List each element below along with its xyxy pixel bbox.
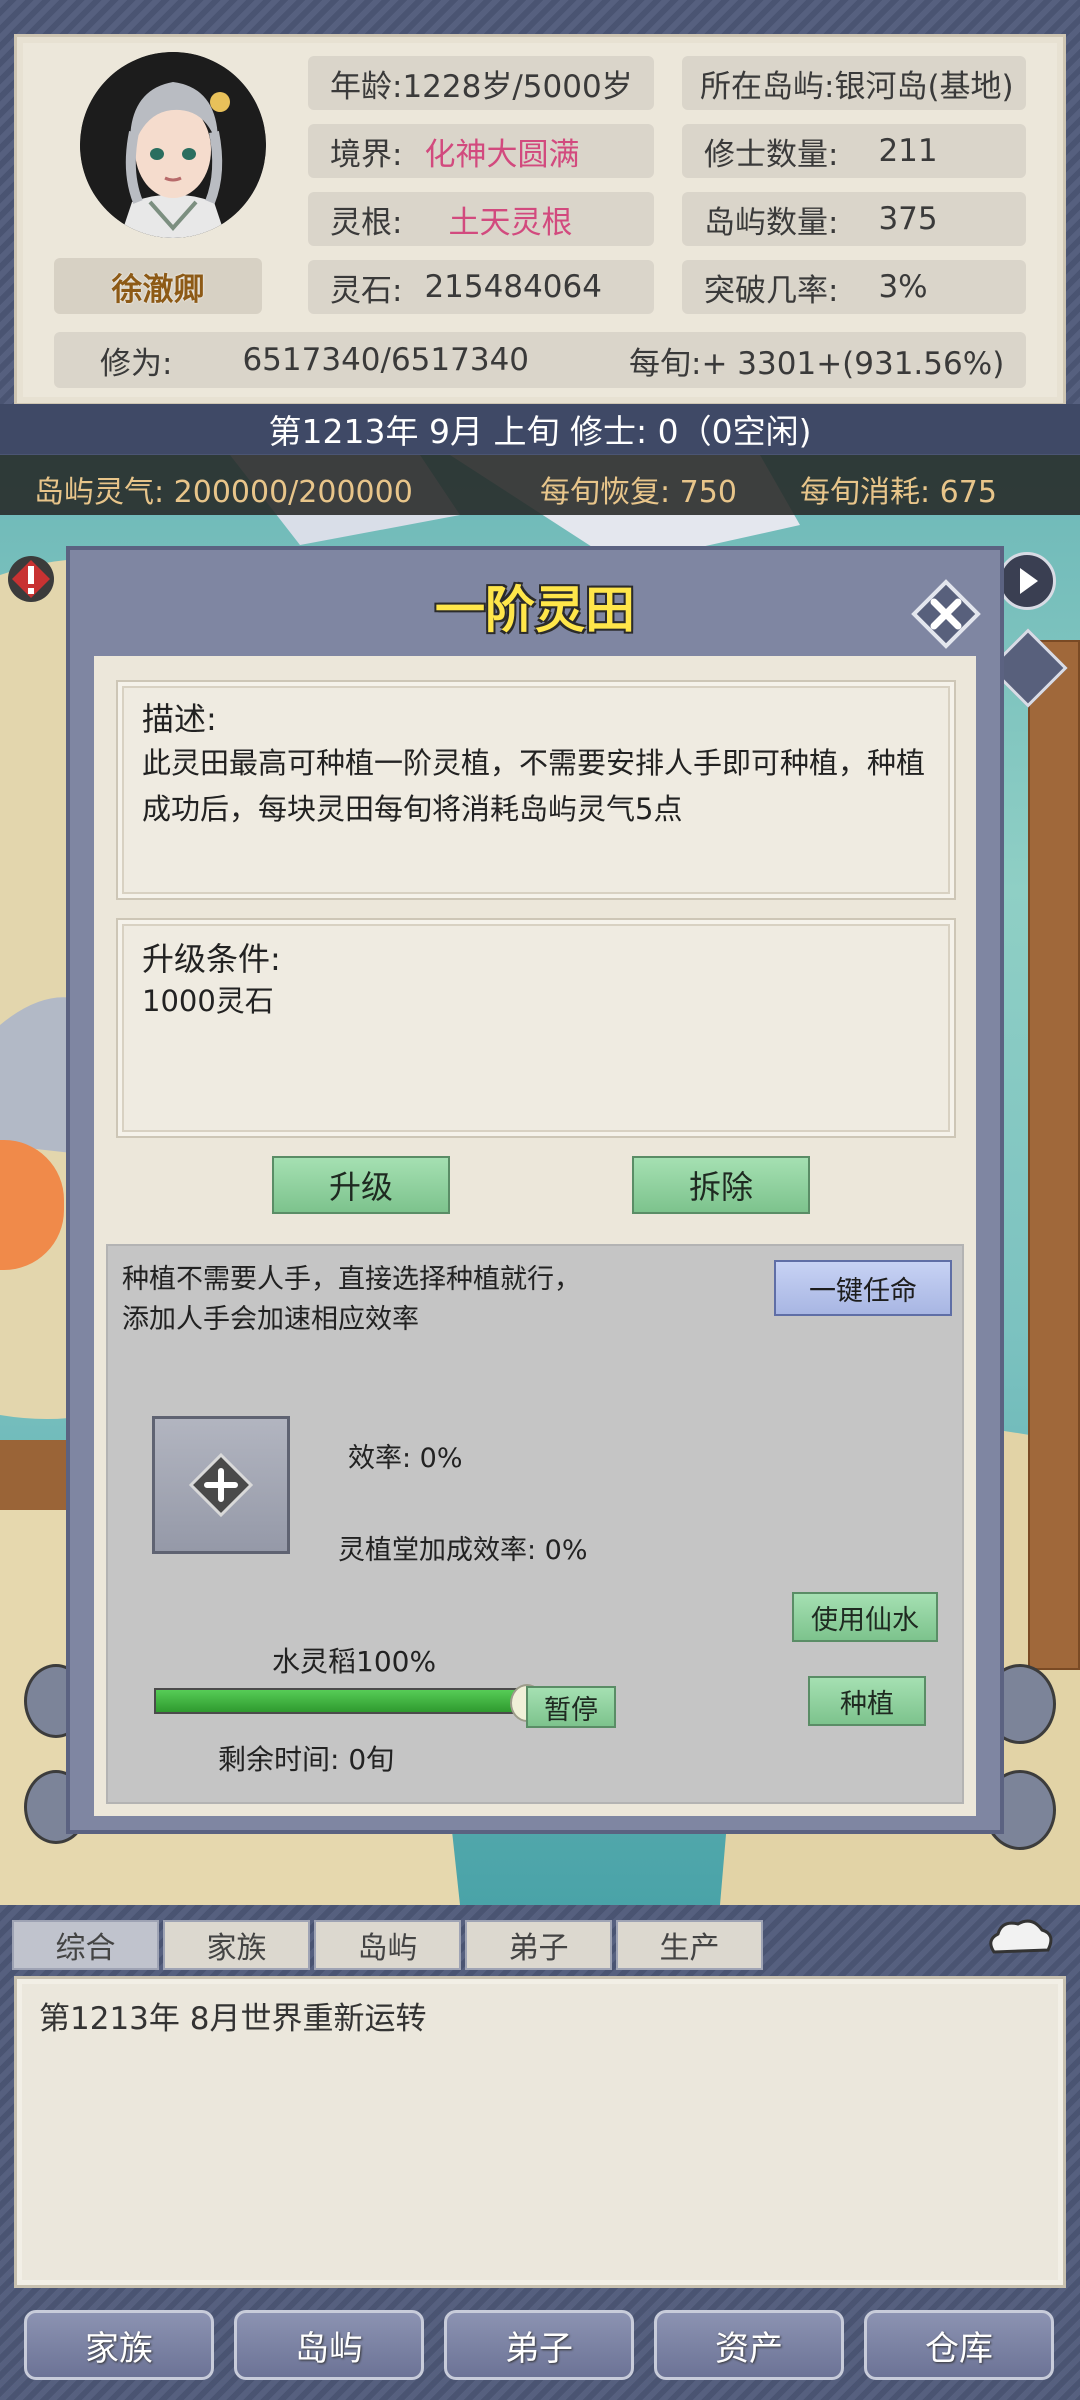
planting-hint-line2: 添加人手会加速相应效率 [122,1304,419,1335]
spirit-stone-label: 灵石: [330,272,403,309]
log-panel: 第1213年 8月世界重新运转 [14,1976,1066,2288]
tab-production[interactable]: 生产 [616,1920,763,1970]
nav-island[interactable]: 岛屿 [234,2310,424,2380]
planting-hint: 种植不需要人手，直接选择种植就行， 添加人手会加速相应效率 [122,1260,581,1340]
cultivation-field: 修为: 6517340/6517340 每旬:+ 3301+(931.56%) [54,332,1026,388]
log-entry: 第1213年 8月世界重新运转 [39,2001,427,2037]
demolish-button[interactable]: 拆除 [632,1156,810,1214]
description-box: 描述: 此灵田最高可种植一阶灵植，不需要安排人手即可种植，种植成功后，每块灵田每… [116,680,956,900]
pause-button[interactable]: 暂停 [526,1686,616,1728]
upgrade-condition-box: 升级条件: 1000灵石 [116,918,956,1138]
one-click-assign-button[interactable]: 一键任命 [774,1260,952,1316]
upgrade-button[interactable]: 升级 [272,1156,450,1214]
upgrade-condition-title: 升级条件: [142,940,281,978]
close-icon [911,579,981,649]
cultivator-count-value: 211 [878,133,938,169]
modal-close-button[interactable] [910,578,982,650]
tab-general[interactable]: 综合 [12,1920,159,1970]
use-immortal-water-button[interactable]: 使用仙水 [792,1592,938,1642]
crop-progress-bar [154,1688,524,1714]
breakthrough-field: 突破几率: 3% [682,260,1026,314]
crop-progress-fill [156,1690,522,1712]
bottom-nav: 家族 岛屿 弟子 资产 仓库 [0,2296,1080,2400]
realm-field: 境界: 化神大圆满 [308,124,654,178]
spirit-root-field: 灵根: 土天灵根 [308,192,654,246]
current-island-field: 所在岛屿:银河岛(基地) [682,56,1026,110]
alert-icon[interactable] [8,556,54,602]
tab-disciple[interactable]: 弟子 [465,1920,612,1970]
nav-assets[interactable]: 资产 [654,2310,844,2380]
nav-clan[interactable]: 家族 [24,2310,214,2380]
avatar-portrait-icon [80,52,266,238]
character-name[interactable]: 徐澈卿 [54,258,262,314]
cultivator-count-field: 修士数量: 211 [682,124,1026,178]
island-stats-bar: 岛屿灵气: 200000/200000 每旬恢复: 750 每旬消耗: 675 [0,455,1080,515]
description-text: 此灵田最高可种植一阶灵植，不需要安排人手即可种植，种植成功后，每块灵田每旬将消耗… [142,746,926,826]
breakthrough-value: 3% [878,269,928,305]
island-count-value: 375 [878,201,938,237]
spirit-root-label: 灵根: [330,204,403,241]
modal-title: 一阶灵田 [435,581,635,639]
character-avatar[interactable] [80,52,266,238]
nav-warehouse[interactable]: 仓库 [864,2310,1054,2380]
realm-label: 境界: [330,136,403,173]
cultivation-value: 6517340/6517340 [242,342,530,378]
play-icon[interactable] [998,552,1056,610]
nav-disciple[interactable]: 弟子 [444,2310,634,2380]
plant-button[interactable]: 种植 [808,1676,926,1726]
breakthrough-label: 突破几率: [704,272,839,309]
remaining-time: 剩余时间: 0旬 [218,1743,395,1776]
log-tabs: 综合 家族 岛屿 弟子 生产 [12,1920,763,1972]
cultivator-count-label: 修士数量: [704,136,839,173]
farmland-column[interactable] [1028,640,1080,1670]
date-status-line: 第1213年 9月 上旬 修士: 0（0空闲) [0,404,1080,454]
spirit-root-value: 土天灵根 [448,204,573,241]
realm-value: 化神大圆满 [424,136,580,173]
island-count-label: 岛屿数量: [704,204,839,241]
planting-panel: 种植不需要人手，直接选择种植就行， 添加人手会加速相应效率 一键任命 效率: 0… [106,1244,964,1804]
add-worker-slot[interactable] [152,1416,290,1554]
per-turn-gain: 每旬:+ 3301+(931.56%) [629,345,1005,382]
island-qi: 岛屿灵气: 200000/200000 [34,475,413,510]
planting-hint-line1: 种植不需要人手，直接选择种植就行， [122,1264,581,1295]
modal-body: 描述: 此灵田最高可种植一阶灵植，不需要安排人手即可种植，种植成功后，每块灵田每… [94,656,976,1816]
efficiency-text: 效率: 0% [348,1443,463,1474]
qi-recover-per-turn: 每旬恢复: 750 [540,475,737,510]
tab-clan[interactable]: 家族 [163,1920,310,1970]
tab-island[interactable]: 岛屿 [314,1920,461,1970]
cloud-shape-icon [989,1919,1053,1954]
description-title: 描述: [142,700,217,738]
spirit-stone-field: 灵石: 215484064 [308,260,654,314]
cloud-icon[interactable] [984,1916,1056,1962]
crop-progress-label: 水灵稻100% [272,1645,437,1678]
farmland-modal: 一阶灵田 描述: 此灵田最高可种植一阶灵植，不需要安排人手即可种植，种植成功后，… [70,550,1000,1830]
play-triangle-icon [1020,568,1038,594]
spirit-stone-value: 215484064 [424,269,602,305]
plus-icon [188,1452,254,1518]
exclamation-icon [12,560,50,598]
island-count-field: 岛屿数量: 375 [682,192,1026,246]
qi-consume-per-turn: 每旬消耗: 675 [800,475,997,510]
upgrade-condition-text: 1000灵石 [142,984,274,1018]
age-field: 年龄:1228岁/5000岁 [308,56,654,110]
cultivation-label: 修为: [100,345,173,382]
hall-bonus-text: 灵植堂加成效率: 0% [338,1535,588,1566]
